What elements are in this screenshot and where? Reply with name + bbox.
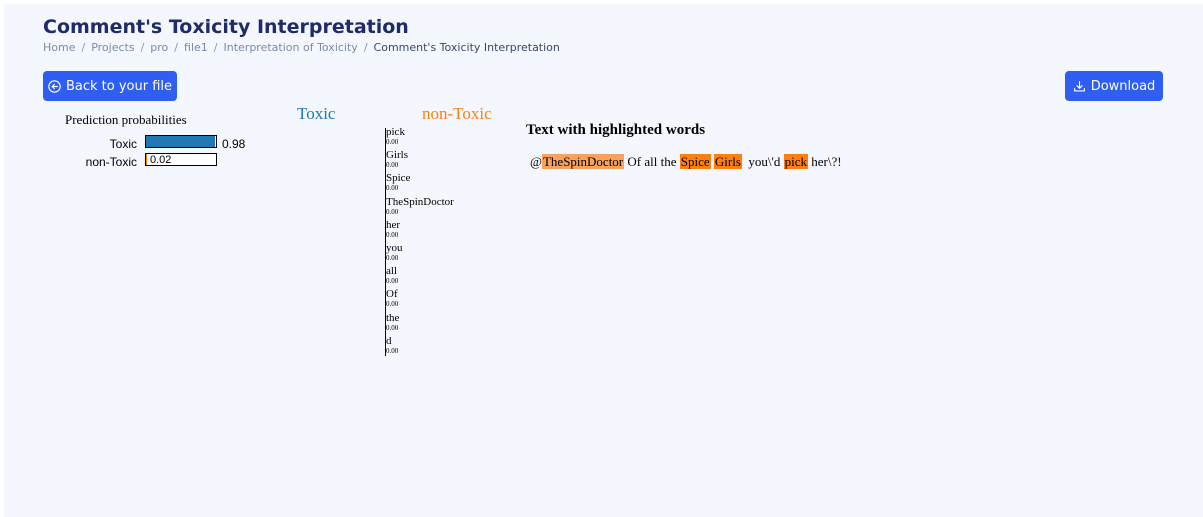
highlighted-word: Spice: [679, 154, 711, 169]
feature-item: TheSpinDoctor 0.00: [386, 195, 454, 216]
back-to-file-button[interactable]: Back to your file: [43, 71, 177, 101]
feature-word: all: [386, 265, 397, 278]
breadcrumb: Home / Projects / pro / file1 / Interpretation o…: [43, 41, 560, 54]
prob-bar-fill-non-toxic: [146, 154, 148, 165]
breadcrumb-separator: /: [213, 41, 218, 54]
class-header-toxic: Toxic: [297, 104, 336, 123]
highlighted-text-title: Text with highlighted words: [526, 122, 706, 138]
breadcrumb-separator: /: [174, 41, 179, 54]
feature-weight: 0.00: [386, 300, 399, 309]
feature-word: d: [386, 334, 392, 347]
plain-text-segment: @: [530, 154, 542, 169]
breadcrumb-interpretation[interactable]: Interpretation of Toxicity: [224, 41, 358, 54]
feature-item: pick 0.00: [386, 126, 405, 147]
plain-text-segment: Of all the: [624, 154, 680, 169]
feature-weight: 0.00: [386, 207, 399, 216]
back-button-label: Back to your file: [65, 78, 173, 94]
feature-weight: 0.00: [386, 254, 399, 262]
feature-word: Of: [386, 288, 398, 301]
breadcrumb-separator: /: [363, 41, 368, 54]
class-header-non-toxic: non-Toxic: [422, 104, 492, 123]
feature-item: all 0.00: [386, 265, 399, 286]
feature-weight: 0.00: [386, 346, 399, 355]
breadcrumb-pro[interactable]: pro: [150, 41, 168, 54]
feature-weight: 0.00: [386, 230, 399, 239]
breadcrumb-home[interactable]: Home: [43, 41, 75, 54]
feature-weight: 0.00: [386, 138, 399, 146]
prediction-probabilities-title: Prediction probabilities: [65, 112, 187, 127]
feature-weight: 0.00: [386, 161, 399, 170]
highlighted-word: Girls: [713, 154, 742, 169]
feature-word: pick: [386, 126, 405, 138]
prob-label-non-toxic: non-Toxic: [85, 155, 137, 169]
breadcrumb-file1[interactable]: file1: [184, 41, 208, 54]
feature-item: the 0.00: [386, 311, 400, 332]
highlighted-word: pick: [783, 154, 808, 169]
feature-word: the: [386, 311, 400, 324]
prob-bar-toxic: [145, 135, 217, 148]
plain-text-segment: her\?!: [807, 154, 842, 169]
download-icon: [1073, 80, 1085, 92]
page-background: [4, 4, 1203, 517]
feature-word: Girls: [386, 149, 408, 162]
prob-bar-fill-toxic: [146, 136, 215, 147]
feature-word: you: [386, 242, 403, 254]
prob-value-toxic: 0.98: [222, 137, 246, 151]
prob-bar-non-toxic: 0.02: [145, 153, 217, 166]
feature-item: her 0.00: [386, 218, 401, 239]
breadcrumb-separator: /: [140, 41, 145, 54]
download-button-label: Download: [1090, 78, 1156, 94]
feature-item: Spice 0.00: [386, 172, 411, 193]
breadcrumb-current: Comment's Toxicity Interpretation: [373, 41, 560, 54]
feature-word: Spice: [386, 172, 411, 185]
prob-value-non-toxic: 0.02: [150, 154, 172, 166]
breadcrumb-projects[interactable]: Projects: [91, 41, 134, 54]
feature-item: Girls 0.00: [386, 149, 408, 170]
feature-item: Of 0.00: [386, 288, 399, 309]
feature-weight: 0.00: [386, 184, 399, 193]
feature-item: d 0.00: [386, 334, 399, 355]
feature-weight: 0.00: [386, 323, 399, 332]
highlighted-word: TheSpinDoctor: [541, 154, 625, 169]
highlighted-text-body: @TheSpinDoctor Of all the Spice Girls yo…: [530, 154, 842, 170]
feature-word: TheSpinDoctor: [386, 195, 454, 208]
feature-item: you 0.00: [386, 242, 403, 263]
page-title: Comment's Toxicity Interpretation: [43, 16, 409, 38]
prob-label-toxic: Toxic: [109, 137, 137, 151]
arrow-left-circle-icon: [48, 79, 61, 93]
breadcrumb-separator: /: [81, 41, 86, 54]
plain-text-segment: you\'d: [741, 154, 784, 169]
feature-word: her: [386, 218, 401, 231]
download-button[interactable]: Download: [1065, 71, 1163, 101]
feature-weight: 0.00: [386, 277, 399, 286]
